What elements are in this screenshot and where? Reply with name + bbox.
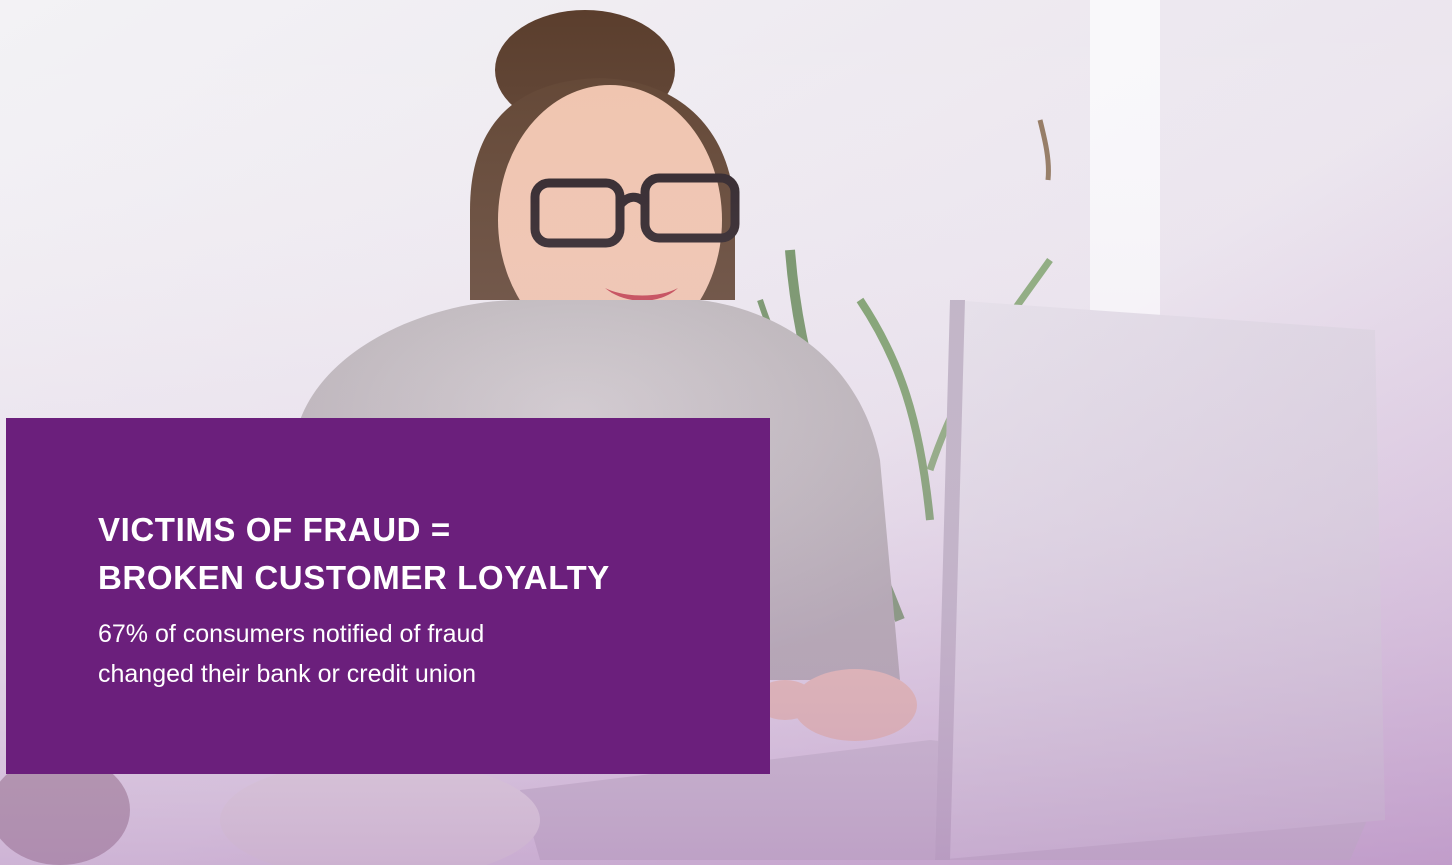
headline-line-2: BROKEN CUSTOMER LOYALTY <box>98 559 610 596</box>
statistic-text: 67% of consumers notified of fraud chang… <box>98 614 750 694</box>
promo-panel: VICTIMS OF FRAUD = BROKEN CUSTOMER LOYAL… <box>6 418 770 774</box>
statistic-line-1: 67% of consumers notified of fraud <box>98 620 485 648</box>
headline: VICTIMS OF FRAUD = BROKEN CUSTOMER LOYAL… <box>98 506 750 602</box>
fraud-loyalty-banner: VICTIMS OF FRAUD = BROKEN CUSTOMER LOYAL… <box>0 0 1452 865</box>
statistic-line-2: changed their bank or credit union <box>98 660 477 688</box>
headline-line-1: VICTIMS OF FRAUD = <box>98 511 451 548</box>
